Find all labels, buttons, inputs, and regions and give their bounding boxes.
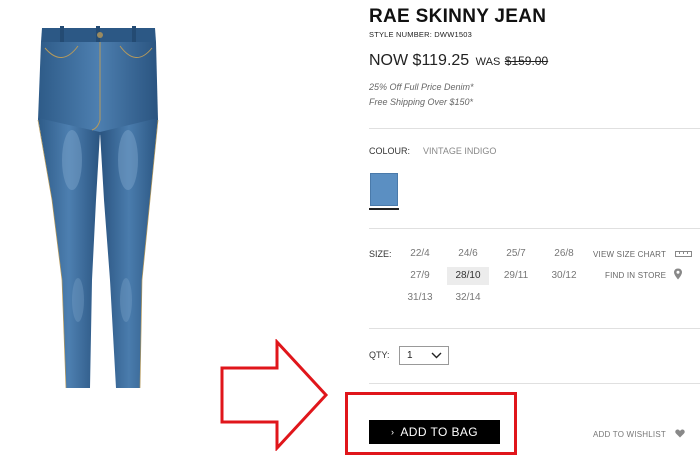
price-row: NOW $119.25 WAS $159.00 [369, 52, 548, 70]
size-option-29-11[interactable]: 29/11 [495, 268, 537, 284]
colour-label: COLOUR: [369, 146, 411, 156]
quantity-select[interactable]: 1 [399, 346, 449, 365]
add-to-bag-button[interactable]: › ADD TO BAG [369, 420, 500, 444]
location-pin-icon[interactable] [672, 268, 684, 280]
size-option-24-6[interactable]: 24/6 [447, 246, 489, 262]
view-size-chart-link[interactable]: VIEW SIZE CHART [593, 250, 666, 259]
product-title: RAE SKINNY JEAN [369, 6, 547, 27]
size-option-30-12[interactable]: 30/12 [543, 268, 585, 284]
colour-value: VINTAGE INDIGO [423, 146, 497, 156]
qty-label: QTY: [369, 350, 390, 360]
colour-swatch-vintage-indigo[interactable] [370, 173, 398, 206]
promo-shipping: Free Shipping Over $150* [369, 97, 474, 107]
size-option-31-13[interactable]: 31/13 [399, 290, 441, 306]
size-label: SIZE: [369, 249, 392, 259]
heart-icon[interactable] [675, 429, 685, 438]
size-option-22-4[interactable]: 22/4 [399, 246, 441, 262]
divider [369, 128, 700, 129]
original-price: $159.00 [504, 54, 549, 68]
size-option-32-14[interactable]: 32/14 [447, 290, 489, 306]
find-in-store-link[interactable]: FIND IN STORE [605, 271, 666, 280]
add-to-wishlist-link[interactable]: ADD TO WISHLIST [593, 430, 666, 439]
was-label: WAS [475, 56, 501, 68]
quantity-value: 1 [407, 350, 413, 361]
size-option-26-8[interactable]: 26/8 [543, 246, 585, 262]
promo-denim: 25% Off Full Price Denim* [369, 82, 474, 92]
chevron-down-icon [431, 352, 442, 359]
add-to-bag-label: ADD TO BAG [400, 425, 478, 439]
style-number: STYLE NUMBER: DWW1503 [369, 30, 472, 39]
size-option-27-9[interactable]: 27/9 [399, 268, 441, 284]
swatch-selected-indicator [369, 208, 399, 210]
divider [369, 328, 700, 329]
product-image [37, 26, 159, 389]
right-arrow-outline-icon [220, 339, 329, 451]
divider [369, 228, 700, 229]
current-price: NOW $119.25 [369, 52, 470, 69]
size-option-25-7[interactable]: 25/7 [495, 246, 537, 262]
divider [369, 383, 700, 384]
chevron-right-icon: › [391, 427, 395, 437]
size-option-28-10[interactable]: 28/10 [447, 267, 489, 285]
ruler-icon[interactable] [675, 251, 692, 257]
